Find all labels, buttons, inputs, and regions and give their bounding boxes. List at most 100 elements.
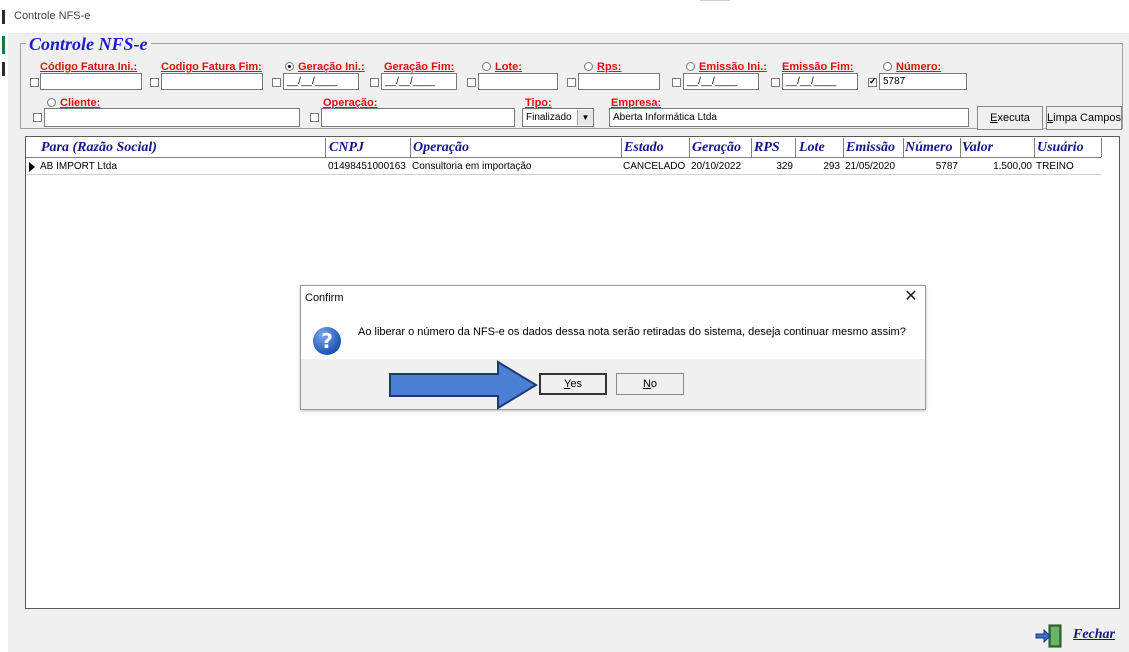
codigo-fatura-fim-label: Codigo Fatura Fim: bbox=[161, 61, 262, 73]
row-indicator-icon bbox=[29, 162, 35, 172]
col-separator bbox=[621, 138, 622, 157]
emissao-ini-label: Emissão Ini.: bbox=[699, 61, 767, 73]
numero-radio[interactable] bbox=[883, 62, 892, 71]
rps-radio[interactable] bbox=[584, 62, 593, 71]
cell-cnpj[interactable]: 01498451000163 bbox=[328, 159, 410, 174]
codigo-fatura-ini-label: Código Fatura Ini.: bbox=[40, 61, 138, 73]
cell-rps[interactable]: 329 bbox=[753, 159, 793, 174]
cell-operacao[interactable]: Consultoria em importação bbox=[412, 159, 619, 174]
col-separator bbox=[1034, 138, 1035, 157]
fechar-accel: F bbox=[1073, 627, 1083, 642]
col-header-numero[interactable]: Número bbox=[905, 139, 960, 157]
titlebar-divider bbox=[700, 0, 730, 1]
col-header-valor[interactable]: Valor bbox=[962, 139, 1032, 157]
col-header-geracao[interactable]: Geração bbox=[692, 139, 750, 157]
emissao-ini-input[interactable]: __/__/____ bbox=[683, 73, 759, 90]
cliente-radio[interactable] bbox=[47, 98, 56, 107]
filter-group-caption: Controle NFS-e bbox=[26, 35, 151, 53]
numero-label: Número: bbox=[896, 61, 942, 73]
operacao-input[interactable] bbox=[321, 108, 515, 127]
col-header-lote[interactable]: Lote bbox=[799, 139, 841, 157]
arrow-shape bbox=[389, 360, 538, 410]
emissao-fim-checkbox[interactable] bbox=[771, 78, 780, 87]
col-separator bbox=[751, 138, 752, 157]
col-header-estado[interactable]: Estado bbox=[624, 139, 687, 157]
exit-door-icon bbox=[1035, 624, 1062, 648]
dialog-title: Confirm bbox=[305, 292, 344, 304]
arrow-annotation bbox=[389, 360, 538, 410]
geracao-ini-radio[interactable] bbox=[285, 62, 294, 71]
executa-label: xecuta bbox=[997, 112, 1030, 124]
lote-checkbox[interactable] bbox=[467, 78, 476, 87]
rps-checkbox[interactable] bbox=[567, 78, 576, 87]
grid-row-divider bbox=[26, 174, 1101, 175]
col-separator bbox=[689, 138, 690, 157]
cell-emissao[interactable]: 21/05/2020 bbox=[845, 159, 902, 174]
edge-mark bbox=[2, 36, 5, 54]
cell-geracao[interactable]: 20/10/2022 bbox=[691, 159, 750, 174]
codigo-fatura-ini-checkbox[interactable] bbox=[30, 78, 39, 87]
geracao-ini-input[interactable]: __/__/____ bbox=[283, 73, 359, 90]
geracao-fim-label: Geração Fim: bbox=[384, 61, 455, 73]
emissao-fim-label: Emissão Fim: bbox=[782, 61, 854, 73]
operacao-checkbox[interactable] bbox=[310, 113, 319, 122]
geracao-ini-checkbox[interactable] bbox=[272, 78, 281, 87]
col-separator bbox=[903, 138, 904, 157]
fechar-text: echar bbox=[1082, 627, 1116, 642]
limpa-campos-button[interactable]: Limpa Campos bbox=[1046, 106, 1122, 130]
cell-estado[interactable]: CANCELADO bbox=[623, 159, 688, 174]
rps-label: Rps: bbox=[597, 61, 622, 73]
col-separator bbox=[1101, 138, 1102, 157]
codigo-fatura-ini-input[interactable] bbox=[40, 73, 142, 90]
window-titlebar bbox=[8, 0, 1129, 34]
lote-radio[interactable] bbox=[482, 62, 491, 71]
cell-para[interactable]: AB IMPORT Ltda bbox=[40, 159, 323, 174]
edge-mark bbox=[2, 10, 5, 24]
geracao-fim-checkbox[interactable] bbox=[370, 78, 379, 87]
emissao-fim-input[interactable]: __/__/____ bbox=[782, 73, 858, 90]
no-accel: N bbox=[642, 378, 651, 390]
col-header-cnpj[interactable]: CNPJ bbox=[329, 139, 407, 157]
codigo-fatura-fim-checkbox[interactable] bbox=[150, 78, 159, 87]
cell-valor[interactable]: 1.500,00 bbox=[962, 159, 1032, 174]
chevron-down-icon[interactable]: ▼ bbox=[577, 110, 593, 125]
numero-input[interactable]: 5787 bbox=[879, 73, 967, 90]
col-separator bbox=[960, 138, 961, 157]
yes-button[interactable]: Yes bbox=[539, 373, 607, 395]
empresa-input[interactable]: Aberta Informática Ltda bbox=[609, 108, 969, 127]
limpa-label: impa Campos bbox=[1053, 112, 1121, 124]
lote-input[interactable] bbox=[478, 73, 558, 90]
cliente-input[interactable] bbox=[44, 108, 300, 127]
tipo-selected-value: Finalizado bbox=[526, 112, 572, 123]
emissao-ini-checkbox[interactable] bbox=[672, 78, 681, 87]
col-header-emissao[interactable]: Emissão bbox=[846, 139, 902, 157]
col-separator bbox=[410, 138, 411, 157]
geracao-fim-input[interactable]: __/__/____ bbox=[381, 73, 457, 90]
cell-lote[interactable]: 293 bbox=[797, 159, 840, 174]
question-icon: ? bbox=[313, 327, 341, 355]
col-header-usuario[interactable]: Usuário bbox=[1037, 139, 1099, 157]
dialog-titlebar bbox=[301, 286, 925, 310]
col-header-operacao[interactable]: Operação bbox=[413, 139, 618, 157]
col-separator bbox=[843, 138, 844, 157]
codigo-fatura-fim-input[interactable] bbox=[161, 73, 263, 90]
geracao-ini-label: Geração Ini.: bbox=[298, 61, 365, 73]
edge-mark bbox=[2, 62, 5, 76]
col-header-rps[interactable]: RPS bbox=[754, 139, 794, 157]
lote-label: Lote: bbox=[495, 61, 522, 73]
numero-checkbox[interactable] bbox=[868, 76, 877, 87]
yes-label: es bbox=[570, 378, 582, 390]
col-separator bbox=[795, 138, 796, 157]
grid-header-divider bbox=[26, 157, 1101, 158]
cell-numero[interactable]: 5787 bbox=[904, 159, 958, 174]
cell-usuario[interactable]: TREINO bbox=[1036, 159, 1100, 174]
emissao-ini-radio[interactable] bbox=[686, 62, 695, 71]
col-separator bbox=[325, 138, 326, 157]
no-button[interactable]: No bbox=[616, 373, 684, 395]
rps-input[interactable] bbox=[578, 73, 660, 90]
cliente-checkbox[interactable] bbox=[33, 113, 42, 122]
close-icon[interactable]: ✕ bbox=[900, 287, 922, 307]
executa-button[interactable]: Executa bbox=[977, 106, 1043, 130]
col-header-para[interactable]: Para (Razão Social) bbox=[41, 139, 321, 157]
dialog-message: Ao liberar o número da NFS-e os dados de… bbox=[358, 326, 906, 338]
